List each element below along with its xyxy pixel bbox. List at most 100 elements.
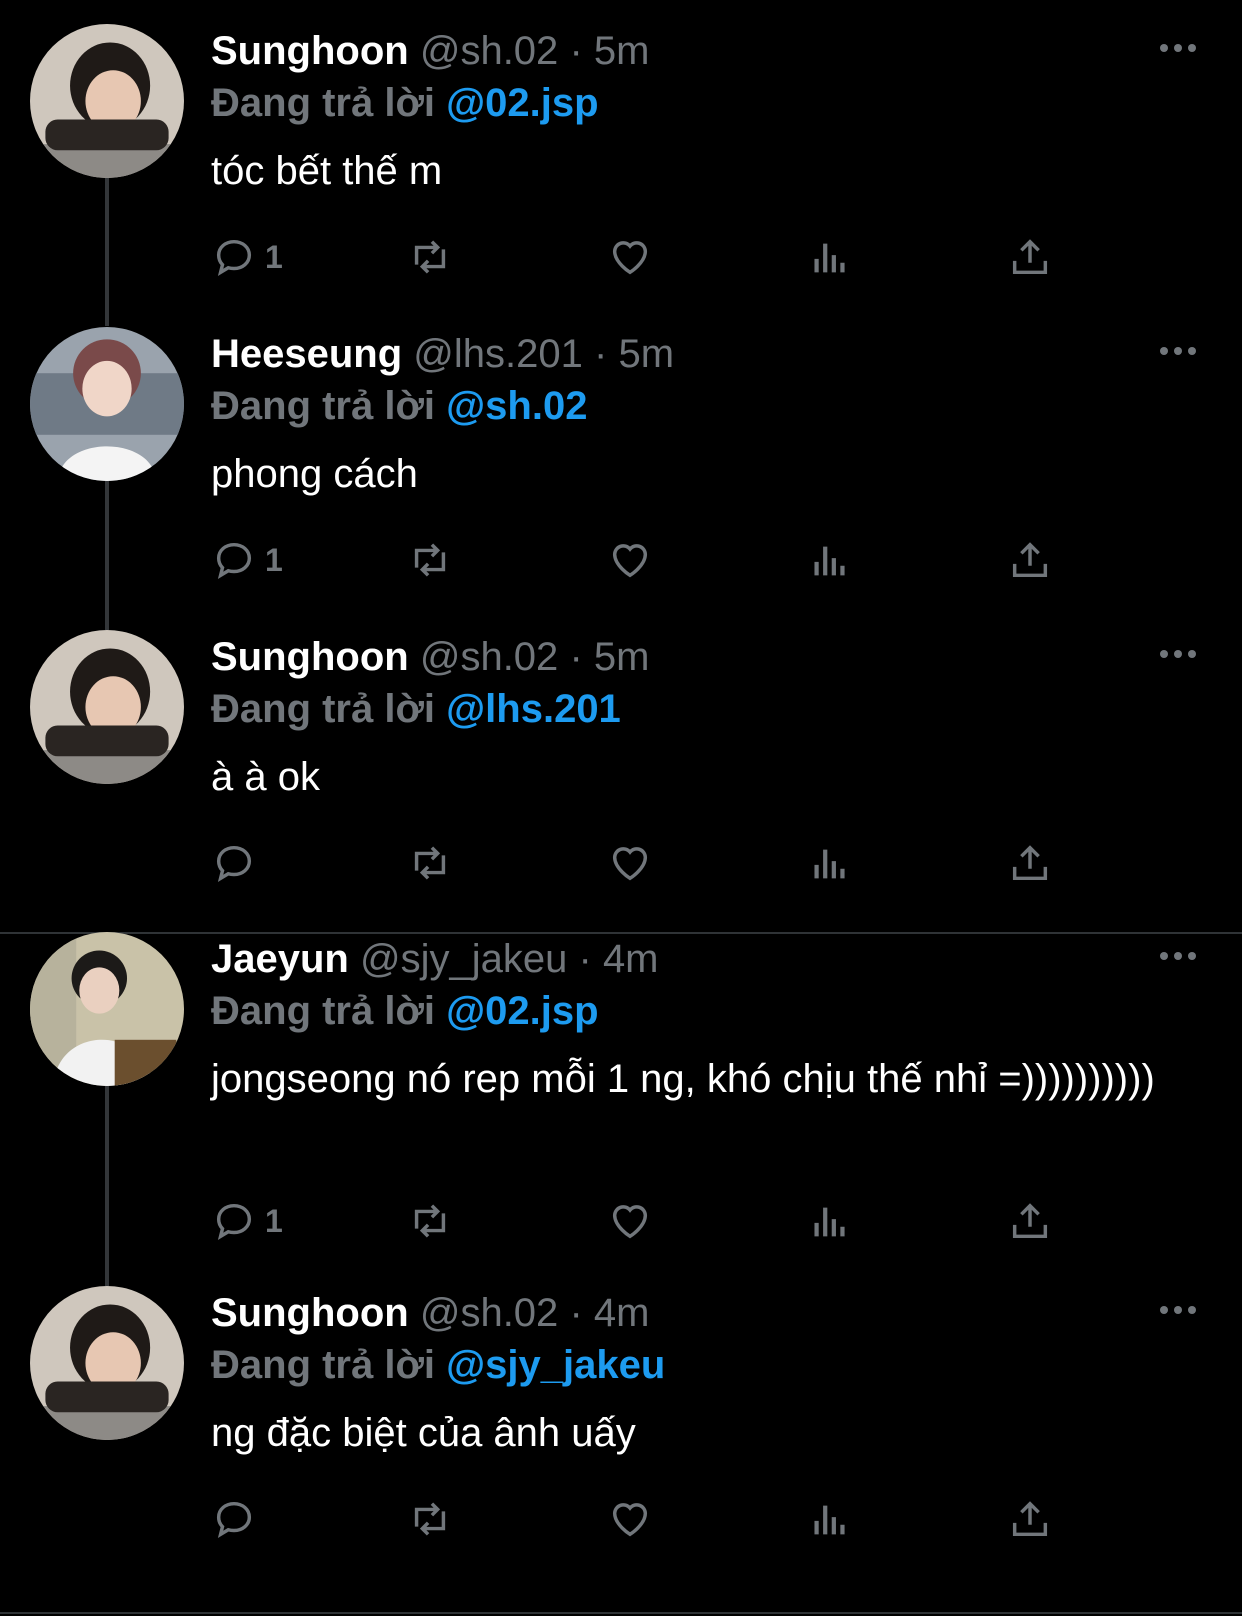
more-icon[interactable] <box>1158 36 1198 60</box>
tweet-header: Heeseung @lhs.201 · 5m <box>211 331 674 377</box>
share-button[interactable] <box>1007 535 1053 585</box>
share-button[interactable] <box>1007 1196 1053 1246</box>
action-bar: 1 <box>211 535 1111 585</box>
share-icon <box>1012 845 1048 881</box>
reply-count: 1 <box>265 541 283 578</box>
mention-link[interactable]: @02.jsp <box>446 81 598 125</box>
like-button[interactable] <box>607 232 653 282</box>
replying-label: Đang trả lời <box>211 384 436 428</box>
heart-icon <box>612 1503 648 1537</box>
mention-link[interactable]: @02.jsp <box>446 989 598 1033</box>
display-name[interactable]: Sunghoon <box>211 635 409 679</box>
more-icon[interactable] <box>1158 1298 1198 1322</box>
tweet-header: Sunghoon @sh.02 · 5m <box>211 634 649 680</box>
tweet-header: Sunghoon @sh.02 · 5m <box>211 28 649 74</box>
handle[interactable]: @sjy_jakeu <box>360 937 567 981</box>
mention-link[interactable]: @sh.02 <box>446 384 587 428</box>
share-button[interactable] <box>1007 232 1053 282</box>
tweet-header: Sunghoon @sh.02 · 4m <box>211 1290 649 1336</box>
views-button[interactable] <box>807 1196 853 1246</box>
share-icon <box>1012 1203 1048 1239</box>
reply-button[interactable]: 1 <box>211 535 283 585</box>
like-button[interactable] <box>607 535 653 585</box>
like-button[interactable] <box>607 838 653 888</box>
replying-to: Đang trả lời @sjy_jakeu <box>211 1342 665 1388</box>
mention-link[interactable]: @lhs.201 <box>446 687 621 731</box>
bottom-divider <box>0 1612 1242 1614</box>
avatar[interactable] <box>30 1286 184 1440</box>
avatar[interactable] <box>30 24 184 178</box>
retweet-icon <box>414 543 446 577</box>
reply-button[interactable]: 1 <box>211 232 283 282</box>
handle[interactable]: @sh.02 <box>420 635 558 679</box>
reply-icon <box>216 845 252 882</box>
avatar[interactable] <box>30 630 184 784</box>
views-button[interactable] <box>807 232 853 282</box>
reply-button[interactable] <box>211 1494 265 1544</box>
timestamp[interactable]: 5m <box>594 635 650 679</box>
avatar[interactable] <box>30 932 184 1086</box>
handle[interactable]: @lhs.201 <box>413 332 583 376</box>
display-name[interactable]: Sunghoon <box>211 29 409 73</box>
action-bar <box>211 1494 1111 1544</box>
views-button[interactable] <box>807 1494 853 1544</box>
like-button[interactable] <box>607 1196 653 1246</box>
reply-icon <box>216 239 252 276</box>
timestamp[interactable]: 5m <box>618 332 674 376</box>
timestamp[interactable]: 4m <box>603 937 659 981</box>
separator-dot: · <box>578 937 592 981</box>
more-icon[interactable] <box>1158 944 1198 968</box>
display-name[interactable]: Jaeyun <box>211 937 349 981</box>
views-button[interactable] <box>807 535 853 585</box>
replying-to: Đang trả lời @sh.02 <box>211 383 587 429</box>
action-bar <box>211 838 1111 888</box>
timestamp[interactable]: 4m <box>594 1291 650 1335</box>
share-icon <box>1012 1501 1048 1537</box>
reply-button[interactable]: 1 <box>211 1196 283 1246</box>
retweet-button[interactable] <box>407 838 453 888</box>
reply-icon <box>216 542 252 579</box>
tweet-header: Jaeyun @sjy_jakeu · 4m <box>211 936 659 982</box>
reply-icon <box>216 1203 252 1240</box>
tweet-text: jongseong nó rep mỗi 1 ng, khó chịu thế … <box>211 1057 1155 1101</box>
handle[interactable]: @sh.02 <box>420 1291 558 1335</box>
avatar[interactable] <box>30 327 184 481</box>
heart-icon <box>612 241 648 275</box>
retweet-button[interactable] <box>407 535 453 585</box>
like-button[interactable] <box>607 1494 653 1544</box>
retweet-button[interactable] <box>407 232 453 282</box>
display-name[interactable]: Heeseung <box>211 332 402 376</box>
replying-label: Đang trả lời <box>211 989 436 1033</box>
retweet-icon <box>414 1502 446 1536</box>
reply-count: 1 <box>265 1202 283 1239</box>
replying-to: Đang trả lời @lhs.201 <box>211 686 621 732</box>
share-button[interactable] <box>1007 838 1053 888</box>
replying-to: Đang trả lời @02.jsp <box>211 988 599 1034</box>
separator-dot: · <box>569 1291 583 1335</box>
retweet-button[interactable] <box>407 1494 453 1544</box>
timestamp[interactable]: 5m <box>594 29 650 73</box>
retweet-button[interactable] <box>407 1196 453 1246</box>
more-icon[interactable] <box>1158 339 1198 363</box>
separator-dot: · <box>569 635 583 679</box>
reply-button[interactable] <box>211 838 265 888</box>
replying-to: Đang trả lời @02.jsp <box>211 80 599 126</box>
retweet-icon <box>414 1204 446 1238</box>
mention-link[interactable]: @sjy_jakeu <box>446 1343 665 1387</box>
display-name[interactable]: Sunghoon <box>211 1291 409 1335</box>
thread-line <box>105 178 109 326</box>
tweet-text: phong cách <box>211 452 418 496</box>
more-icon[interactable] <box>1158 642 1198 666</box>
retweet-icon <box>414 846 446 880</box>
action-bar: 1 <box>211 1196 1111 1246</box>
share-button[interactable] <box>1007 1494 1053 1544</box>
share-icon <box>1012 542 1048 578</box>
replying-label: Đang trả lời <box>211 81 436 125</box>
reply-icon <box>216 1501 252 1538</box>
retweet-icon <box>414 240 446 274</box>
tweet-text: à à ok <box>211 755 320 799</box>
heart-icon <box>612 847 648 881</box>
handle[interactable]: @sh.02 <box>420 29 558 73</box>
views-button[interactable] <box>807 838 853 888</box>
views-icon <box>814 1207 845 1237</box>
